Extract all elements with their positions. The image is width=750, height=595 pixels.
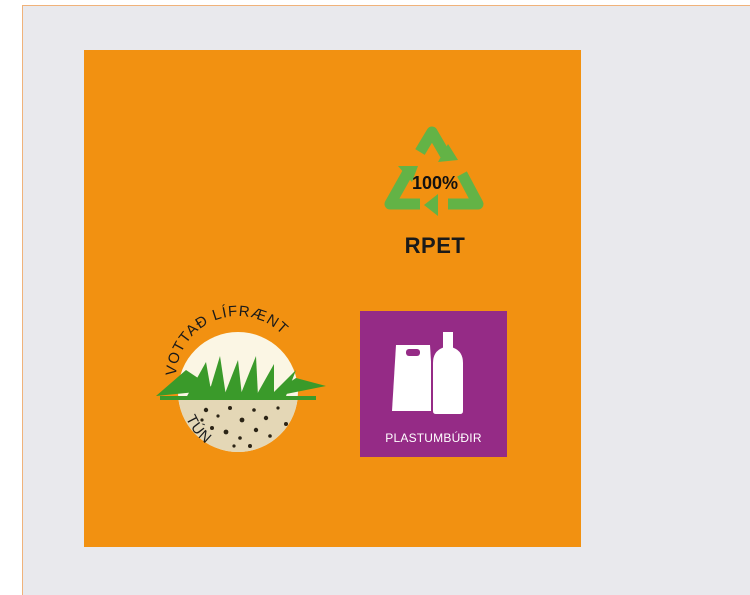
plastic-packaging-badge: PLASTUMBÚÐIR: [360, 311, 507, 457]
orange-panel-fill: [84, 50, 581, 547]
recycle-arrows-icon: [384, 126, 484, 216]
bag-and-bottle-icon: [392, 330, 465, 416]
organic-seal: VOTTAÐ LÍFRÆNT TÚN: [146, 300, 330, 470]
rpet-recycle-badge: 100% RPET: [380, 122, 490, 262]
plastic-packaging-label: PLASTUMBÚÐIR: [385, 431, 482, 445]
orange-panel: [84, 50, 581, 547]
grass-soil-seal-icon: VOTTAÐ LÍFRÆNT TÚN: [156, 303, 326, 452]
rpet-label: RPET: [404, 233, 466, 258]
rpet-percent: 100%: [411, 173, 459, 193]
